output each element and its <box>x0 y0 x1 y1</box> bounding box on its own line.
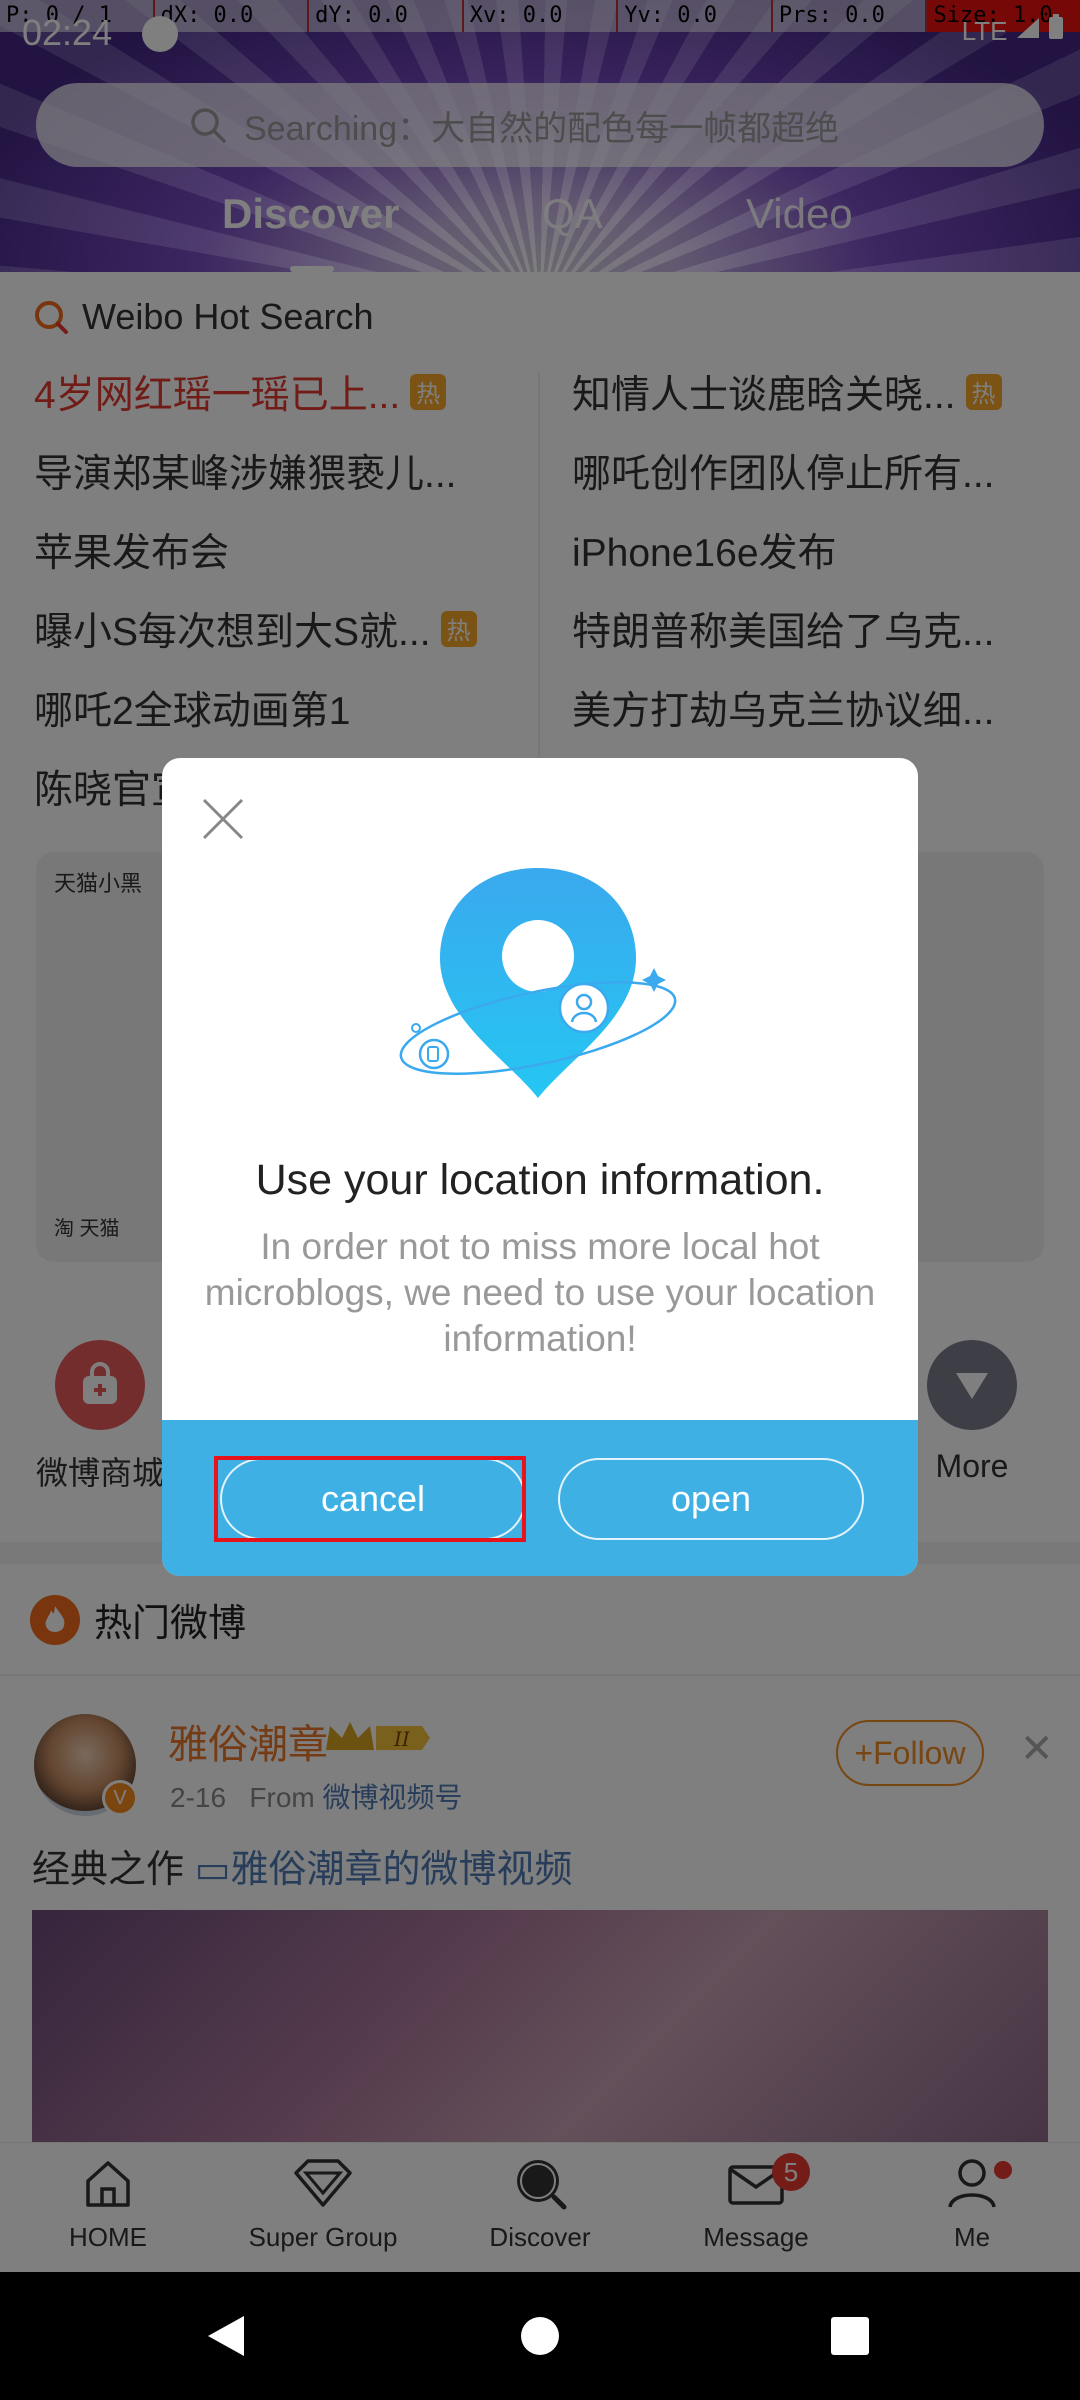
open-button[interactable]: open <box>558 1458 864 1540</box>
location-permission-dialog: Use your location information. In order … <box>162 758 918 1576</box>
home-button-icon[interactable] <box>520 2316 560 2356</box>
close-icon[interactable] <box>198 794 248 844</box>
location-pin-icon <box>399 868 677 1098</box>
dialog-message: In order not to miss more local hot micr… <box>204 1226 876 1359</box>
recents-icon[interactable] <box>830 2316 870 2356</box>
system-navigation-bar <box>0 2272 1080 2400</box>
back-icon[interactable] <box>204 2314 248 2358</box>
dialog-title: Use your location information. <box>255 1156 825 1204</box>
target-highlight-box <box>214 1456 526 1542</box>
